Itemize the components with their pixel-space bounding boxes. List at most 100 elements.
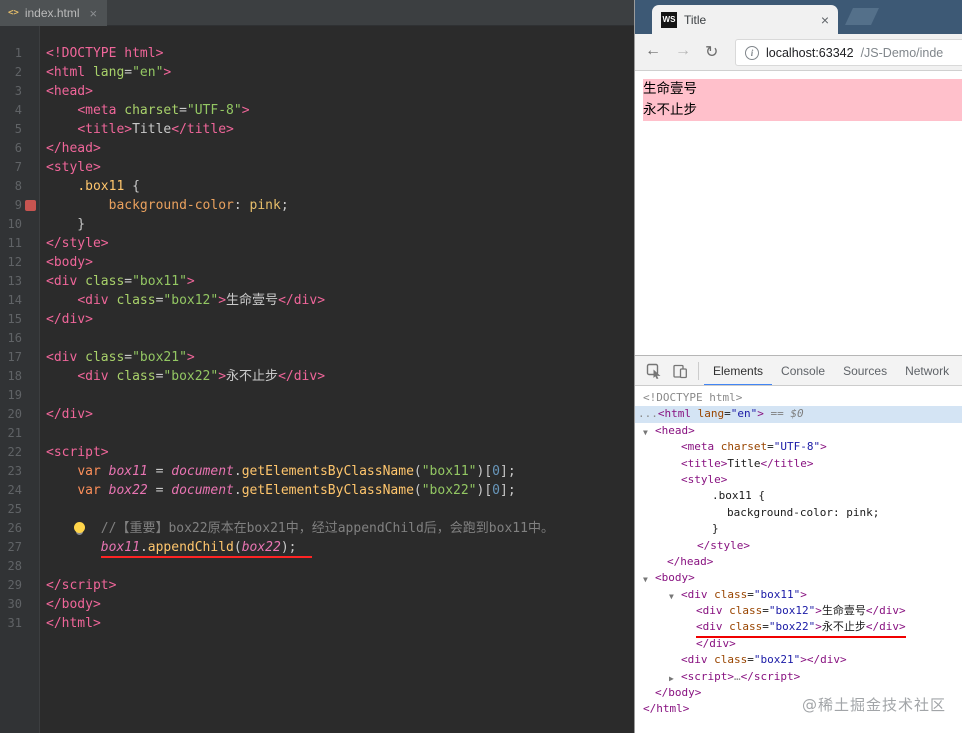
back-button[interactable]: ← bbox=[645, 42, 661, 60]
devtools-tab-console[interactable]: Console bbox=[772, 356, 834, 385]
breakpoint-gutter[interactable] bbox=[22, 595, 40, 614]
dom-tree-row[interactable]: <div class="box21"></div> bbox=[635, 652, 962, 668]
code-line[interactable]: 17 <div class="box21"> bbox=[0, 348, 634, 367]
forward-button[interactable]: → bbox=[675, 42, 691, 60]
dom-tree-row[interactable]: <!DOCTYPE html> bbox=[635, 390, 962, 406]
address-bar[interactable]: i localhost:63342/JS-Demo/inde bbox=[735, 39, 962, 66]
dom-tree-row[interactable]: <style> bbox=[635, 472, 962, 488]
breakpoint-gutter[interactable] bbox=[22, 367, 40, 386]
dom-tree-row[interactable]: </style> bbox=[635, 538, 962, 554]
code-line[interactable]: 21 bbox=[0, 424, 634, 443]
code-line[interactable]: 2 <html lang="en"> bbox=[0, 63, 634, 82]
breakpoint-gutter[interactable] bbox=[22, 234, 40, 253]
dom-tree-row[interactable]: <meta charset="UTF-8"> bbox=[635, 439, 962, 455]
breakpoint-gutter[interactable] bbox=[22, 82, 40, 101]
dom-tree-row[interactable]: ▼ <div class="box11"> bbox=[635, 587, 962, 603]
code-line[interactable]: 7 <style> bbox=[0, 158, 634, 177]
breakpoint-gutter[interactable] bbox=[22, 253, 40, 272]
devtools-tab-sources[interactable]: Sources bbox=[834, 356, 896, 385]
breakpoint-gutter[interactable] bbox=[22, 139, 40, 158]
breakpoint-gutter[interactable] bbox=[22, 120, 40, 139]
dom-tree-row[interactable]: <title>Title</title> bbox=[635, 456, 962, 472]
breakpoint-gutter[interactable] bbox=[22, 291, 40, 310]
breakpoint-gutter[interactable] bbox=[22, 348, 40, 367]
breakpoint-gutter[interactable] bbox=[22, 614, 40, 633]
code-line[interactable]: 23 var box11 = document.getElementsByCla… bbox=[0, 462, 634, 481]
dom-tree-row[interactable]: </head> bbox=[635, 554, 962, 570]
breakpoint-gutter[interactable] bbox=[22, 481, 40, 500]
code-line[interactable]: 3 <head> bbox=[0, 82, 634, 101]
code-line[interactable]: 9 background-color: pink; bbox=[0, 196, 634, 215]
devtools-tab-elements[interactable]: Elements bbox=[704, 356, 772, 385]
breakpoint-gutter[interactable] bbox=[22, 538, 40, 557]
dom-tree-row[interactable]: ▼ <head> bbox=[635, 423, 962, 439]
dom-tree-row[interactable]: .box11 { bbox=[635, 488, 962, 504]
new-tab-button[interactable] bbox=[845, 8, 879, 25]
code-line[interactable]: 15 </div> bbox=[0, 310, 634, 329]
code-line[interactable]: 16 bbox=[0, 329, 634, 348]
code-line[interactable]: 18 <div class="box22">永不止步</div> bbox=[0, 367, 634, 386]
page-info-icon[interactable]: i bbox=[745, 45, 759, 60]
breakpoint-gutter[interactable] bbox=[22, 63, 40, 82]
breakpoint-gutter[interactable] bbox=[22, 519, 40, 538]
dom-tree-row[interactable]: <div class="box22">永不止步</div> bbox=[635, 619, 962, 638]
code-line[interactable]: 19 bbox=[0, 386, 634, 405]
inspect-element-icon[interactable] bbox=[641, 356, 667, 385]
breakpoint-gutter[interactable] bbox=[22, 443, 40, 462]
editor-tab-index-html[interactable]: <> index.html × bbox=[0, 0, 108, 26]
breakpoint-gutter[interactable] bbox=[22, 310, 40, 329]
breakpoint-marker[interactable] bbox=[25, 200, 36, 211]
code-line[interactable]: 31 </html> bbox=[0, 614, 634, 633]
code-line[interactable]: 1 <!DOCTYPE html> bbox=[0, 44, 634, 63]
breakpoint-gutter[interactable] bbox=[22, 557, 40, 576]
breakpoint-gutter[interactable] bbox=[22, 386, 40, 405]
breakpoint-gutter[interactable] bbox=[22, 196, 40, 215]
refresh-button[interactable]: ↻ bbox=[705, 42, 718, 62]
code-line[interactable]: 25 bbox=[0, 500, 634, 519]
breakpoint-gutter[interactable] bbox=[22, 462, 40, 481]
breakpoint-gutter[interactable] bbox=[22, 405, 40, 424]
code-editor[interactable]: 1 <!DOCTYPE html> 2 <html lang="en"> 3 <head>… bbox=[0, 26, 634, 733]
breakpoint-gutter[interactable] bbox=[22, 158, 40, 177]
breakpoint-gutter[interactable] bbox=[22, 101, 40, 120]
devtools-tab-network[interactable]: Network bbox=[896, 356, 958, 385]
breakpoint-gutter[interactable] bbox=[22, 44, 40, 63]
code-line[interactable]: 30 </body> bbox=[0, 595, 634, 614]
dom-tree-row[interactable]: background-color: pink; bbox=[635, 505, 962, 521]
tab-close-icon[interactable]: × bbox=[90, 6, 98, 21]
code-line[interactable]: 12 <body> bbox=[0, 253, 634, 272]
code-line[interactable]: 14 <div class="box12">生命壹号</div> bbox=[0, 291, 634, 310]
dom-tree-row[interactable]: <div class="box12">生命壹号</div> bbox=[635, 603, 962, 619]
dom-tree-row[interactable]: ...<html lang="en"> == $0 bbox=[635, 406, 962, 423]
breakpoint-gutter[interactable] bbox=[22, 500, 40, 519]
code-line[interactable]: 6 </head> bbox=[0, 139, 634, 158]
dom-tree-row[interactable]: </div> bbox=[635, 636, 962, 652]
code-line[interactable]: 22 <script> bbox=[0, 443, 634, 462]
code-line[interactable]: 27 box11.appendChild(box22); bbox=[0, 538, 634, 558]
code-line[interactable]: 8 .box11 { bbox=[0, 177, 634, 196]
dom-tree-row[interactable]: } bbox=[635, 521, 962, 537]
breakpoint-gutter[interactable] bbox=[22, 576, 40, 595]
code-line[interactable]: 28 bbox=[0, 557, 634, 576]
code-line[interactable]: 11 </style> bbox=[0, 234, 634, 253]
device-toolbar-icon[interactable] bbox=[667, 356, 693, 385]
code-line[interactable]: 29 </script> bbox=[0, 576, 634, 595]
breakpoint-gutter[interactable] bbox=[22, 177, 40, 196]
code-line[interactable]: 5 <title>Title</title> bbox=[0, 120, 634, 139]
tab-close-icon[interactable]: × bbox=[821, 12, 829, 28]
breakpoint-gutter[interactable] bbox=[22, 272, 40, 291]
breakpoint-gutter[interactable] bbox=[22, 424, 40, 443]
code-line[interactable]: 26 //【重要】box22原本在box21中，经过appendChild后，会… bbox=[0, 519, 634, 538]
code-line[interactable]: 13 <div class="box11"> bbox=[0, 272, 634, 291]
intention-bulb-icon[interactable] bbox=[74, 522, 85, 533]
breakpoint-gutter[interactable] bbox=[22, 215, 40, 234]
dom-tree-row[interactable]: ▼ <body> bbox=[635, 570, 962, 586]
dom-tree-row[interactable]: ▶ <script>…</script> bbox=[635, 669, 962, 685]
breakpoint-gutter[interactable] bbox=[22, 329, 40, 348]
browser-tab[interactable]: WS Title × bbox=[652, 5, 838, 34]
code-line[interactable]: 20 </div> bbox=[0, 405, 634, 424]
code-line[interactable]: 4 <meta charset="UTF-8"> bbox=[0, 101, 634, 120]
code-line[interactable]: 24 var box22 = document.getElementsByCla… bbox=[0, 481, 634, 500]
code-text: </html> bbox=[40, 614, 634, 633]
code-line[interactable]: 10 } bbox=[0, 215, 634, 234]
